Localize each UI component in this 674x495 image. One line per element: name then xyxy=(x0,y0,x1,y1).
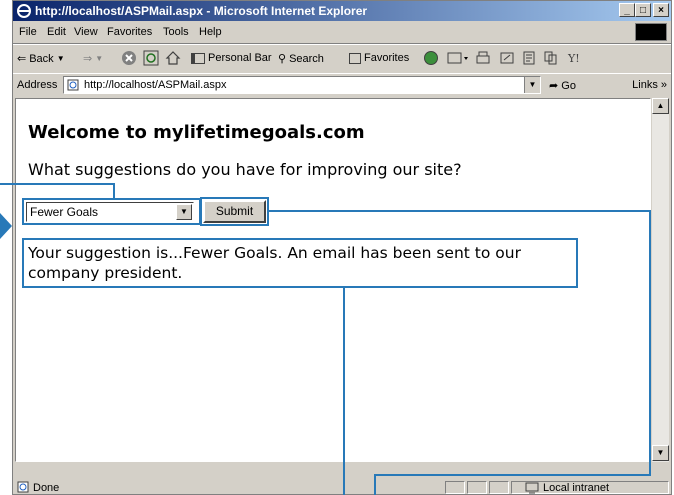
address-url: http://localhost/ASPMail.aspx xyxy=(84,79,227,91)
callout-line xyxy=(374,474,376,495)
print-icon[interactable] xyxy=(475,50,491,66)
page-done-icon xyxy=(17,481,29,493)
edit-icon[interactable] xyxy=(499,50,515,66)
forward-arrow-icon: ⇒ xyxy=(83,53,93,65)
back-arrow-icon: ⇐ xyxy=(17,53,27,65)
ie-logo-icon xyxy=(17,4,31,18)
personal-bar-label: Personal Bar xyxy=(208,52,272,64)
callout-line xyxy=(374,474,651,476)
status-text: Done xyxy=(33,482,60,494)
stop-icon[interactable] xyxy=(121,50,137,66)
callout-line xyxy=(269,210,651,212)
menu-favorites[interactable]: Favorites xyxy=(107,26,152,38)
callout-line xyxy=(649,210,651,476)
menu-bar: File Edit View Favorites Tools Help xyxy=(13,21,671,44)
status-segment xyxy=(445,481,465,494)
window-title: http://localhost/ASPMail.aspx - Microsof… xyxy=(35,4,368,18)
links-button[interactable]: Links » xyxy=(632,79,667,91)
refresh-icon[interactable] xyxy=(143,50,159,66)
forward-button[interactable]: ⇒ ▼ xyxy=(83,52,103,65)
go-button[interactable]: ➦ Go xyxy=(549,79,576,92)
mail-icon[interactable] xyxy=(447,50,469,66)
menu-tools[interactable]: Tools xyxy=(163,26,189,38)
status-segment xyxy=(467,481,487,494)
back-button[interactable]: ⇐ Back ▼ xyxy=(17,52,65,66)
forward-dropdown-icon: ▼ xyxy=(95,54,104,63)
menu-view[interactable]: View xyxy=(74,26,98,38)
messenger-icon[interactable] xyxy=(543,50,559,66)
select-callout-box xyxy=(22,198,201,225)
yahoo-icon[interactable]: Y! xyxy=(567,50,583,66)
history-icon[interactable] xyxy=(423,50,439,66)
status-bar: Done Local intranet xyxy=(13,464,671,494)
scroll-up-icon[interactable]: ▲ xyxy=(652,98,669,114)
page-title: Welcome to mylifetimegoals.com xyxy=(28,122,365,143)
windows-logo-icon xyxy=(635,23,667,41)
favorites-icon xyxy=(349,52,361,64)
svg-text:Y!: Y! xyxy=(567,52,580,65)
menu-edit[interactable]: Edit xyxy=(47,26,66,38)
favorites-button[interactable]: Favorites xyxy=(349,52,409,64)
close-button[interactable]: × xyxy=(653,3,669,17)
callout-line xyxy=(0,183,115,185)
result-callout-box xyxy=(22,238,578,288)
maximize-button[interactable]: □ xyxy=(635,3,651,17)
search-label: Search xyxy=(289,52,324,65)
standard-toolbar: ⇐ Back ▼ ⇒ ▼ Personal Bar ⚲ Search Favor… xyxy=(13,44,671,74)
back-dropdown-icon: ▼ xyxy=(56,54,65,63)
status-segment xyxy=(489,481,509,494)
page-icon xyxy=(67,79,79,91)
title-bar: http://localhost/ASPMail.aspx - Microsof… xyxy=(13,1,671,21)
submit-callout-box xyxy=(200,197,269,226)
go-arrow-icon: ➦ xyxy=(549,80,559,92)
minimize-button[interactable]: _ xyxy=(619,3,635,17)
address-dropdown-icon[interactable]: ▼ xyxy=(524,77,540,93)
address-bar: Address http://localhost/ASPMail.aspx ▼ … xyxy=(13,73,671,96)
search-icon: ⚲ xyxy=(278,53,287,65)
address-input[interactable]: http://localhost/ASPMail.aspx ▼ xyxy=(63,76,541,94)
personal-bar-icon xyxy=(191,52,205,64)
back-label: Back xyxy=(29,52,54,65)
home-icon[interactable] xyxy=(165,50,181,66)
vertical-scrollbar[interactable]: ▲ ▼ xyxy=(651,98,669,462)
menu-help[interactable]: Help xyxy=(199,26,222,38)
discuss-icon[interactable] xyxy=(521,50,537,66)
go-label: Go xyxy=(561,80,576,92)
callout-line xyxy=(113,183,115,199)
menu-file[interactable]: File xyxy=(19,26,37,38)
intranet-icon xyxy=(525,482,539,494)
zone-label: Local intranet xyxy=(543,482,610,494)
personal-bar-button[interactable]: Personal Bar xyxy=(191,52,272,64)
callout-line xyxy=(343,288,345,495)
scroll-down-icon[interactable]: ▼ xyxy=(652,445,669,461)
favorites-label: Favorites xyxy=(364,52,410,64)
search-button[interactable]: ⚲ Search xyxy=(278,52,324,66)
pointer-arrow-icon xyxy=(0,213,12,239)
question-text: What suggestions do you have for improvi… xyxy=(28,160,462,179)
address-label: Address xyxy=(17,79,58,91)
